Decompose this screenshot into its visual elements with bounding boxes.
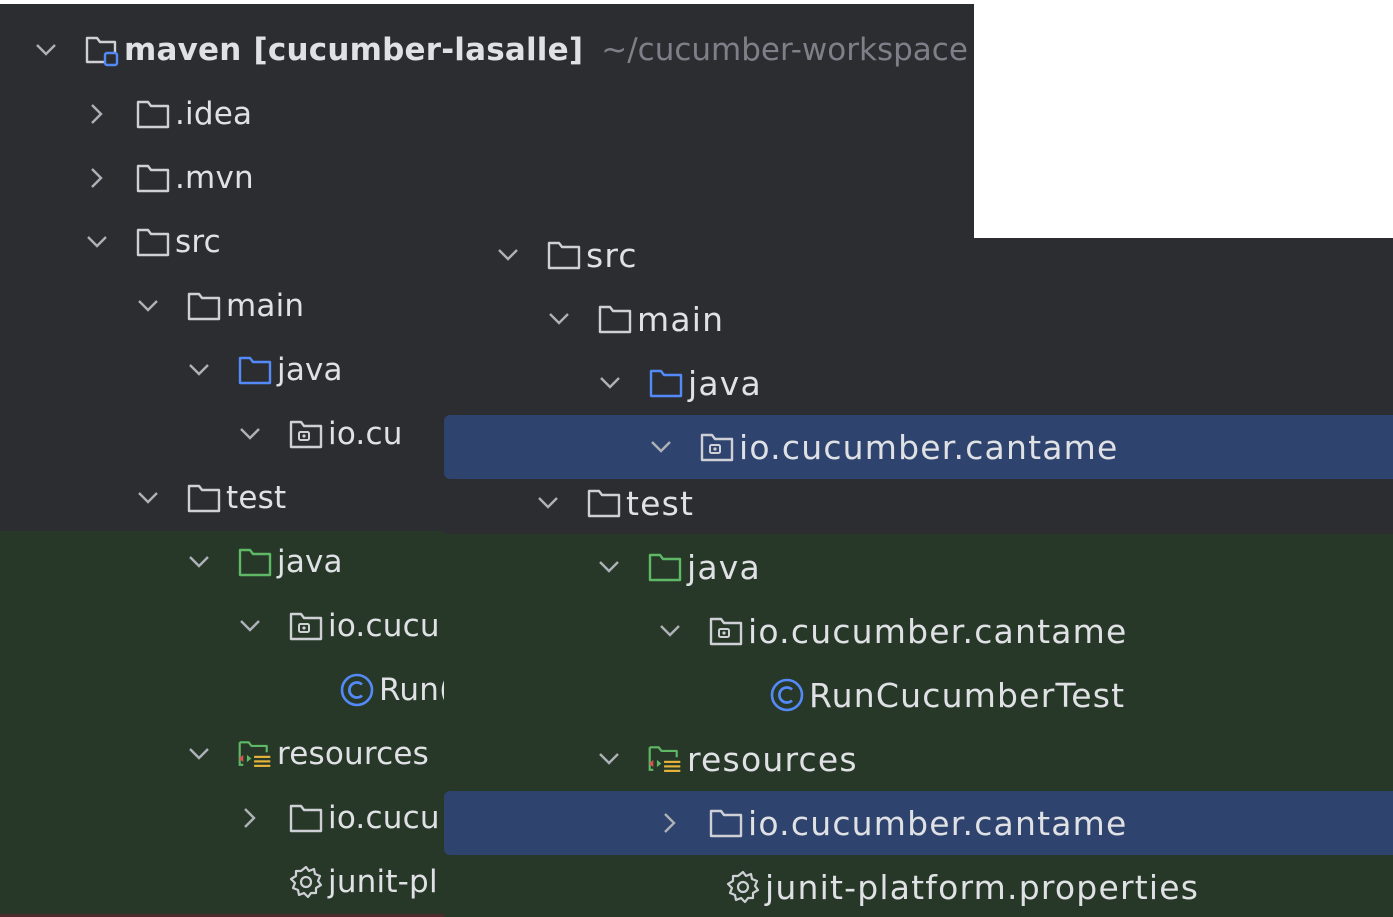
folder-icon	[135, 224, 171, 260]
package-icon	[288, 608, 324, 644]
chevron-down-icon[interactable]	[598, 371, 622, 395]
tree-item[interactable]: .idea	[0, 82, 974, 146]
tree-item-label: io.cucumber.cantame	[748, 611, 1128, 651]
chevron-down-icon[interactable]	[649, 435, 673, 459]
chevron-down-icon[interactable]	[496, 243, 520, 267]
package-icon	[699, 429, 735, 465]
tree-item-label: .idea	[175, 96, 253, 132]
tree-item-label: junit-platform.properties	[765, 867, 1200, 907]
chevron-down-icon[interactable]	[597, 555, 621, 579]
tree-item-label: java	[277, 544, 343, 580]
folder-icon	[586, 485, 622, 521]
tree-item[interactable]: .mvn	[0, 146, 974, 210]
source-folder-icon	[237, 352, 273, 388]
tree-item-label: java	[688, 363, 762, 403]
chevron-down-icon[interactable]	[658, 619, 682, 643]
test-folder-icon	[647, 549, 683, 585]
chevron-down-icon[interactable]	[238, 614, 262, 638]
chevron-down-icon[interactable]	[136, 486, 160, 510]
chevron-right-icon[interactable]	[85, 102, 109, 126]
chevron-down-icon[interactable]	[597, 747, 621, 771]
class-icon	[339, 672, 375, 708]
chevron-right-icon[interactable]	[658, 811, 682, 835]
tree-item[interactable]: src	[444, 238, 1393, 287]
chevron-down-icon[interactable]	[34, 38, 58, 62]
tree-item-label: RunCucumberTest	[809, 675, 1126, 715]
chevron-down-icon[interactable]	[85, 230, 109, 254]
tree-item-label: src	[586, 238, 638, 275]
tree-item-label: junit-pl	[328, 864, 438, 900]
test-resources-icon	[647, 741, 683, 777]
tree-item-label: io.cucu	[328, 608, 440, 644]
tree-item-label: test	[226, 480, 287, 516]
folder-icon	[546, 238, 582, 273]
folder-icon	[186, 288, 222, 324]
tree-item[interactable]: resources	[444, 727, 1393, 791]
tree-item[interactable]: main	[444, 287, 1393, 351]
package-icon	[288, 416, 324, 452]
tree-item-label: main	[637, 299, 725, 339]
tree-item-label: io.cu	[328, 416, 403, 452]
folder-icon	[135, 160, 171, 196]
module-folder-icon	[84, 32, 120, 68]
tree-item-label: Run(	[379, 672, 452, 708]
folder-icon	[135, 96, 171, 132]
test-resources-icon	[237, 736, 273, 772]
settings-file-icon	[725, 869, 761, 905]
package-icon	[708, 613, 744, 649]
chevron-down-icon[interactable]	[187, 358, 211, 382]
settings-file-icon	[288, 864, 324, 900]
tree-item[interactable]: junit-platform.properties	[444, 855, 1393, 917]
tree-item[interactable]: io.cucumber.cantame	[444, 791, 1393, 855]
chevron-down-icon[interactable]	[187, 550, 211, 574]
class-icon	[769, 677, 805, 713]
project-tree-zoomed-panel: src main java io.cucumber.cantame test java io…	[444, 238, 1393, 917]
module-name: [cucumber-lasalle]	[253, 32, 584, 68]
tree-item-label: java	[277, 352, 343, 388]
chevron-down-icon[interactable]	[136, 294, 160, 318]
root-label: maven	[124, 32, 242, 68]
chevron-right-icon[interactable]	[238, 806, 262, 830]
test-folder-icon	[237, 544, 273, 580]
source-folder-icon	[648, 365, 684, 401]
folder-icon	[186, 480, 222, 516]
tree-item[interactable]: java	[444, 351, 1393, 415]
chevron-down-icon[interactable]	[547, 307, 571, 331]
chevron-down-icon[interactable]	[238, 422, 262, 446]
tree-item-label: io.cucumber.cantame	[739, 427, 1119, 467]
tree-item[interactable]: io.cucumber.cantame	[444, 599, 1393, 663]
tree-item[interactable]: io.cucumber.cantame	[444, 415, 1393, 479]
folder-icon	[288, 800, 324, 836]
tree-item-label: main	[226, 288, 305, 324]
tree-item-label: src	[175, 224, 221, 260]
folder-icon	[708, 805, 744, 841]
tree-item-label: resources	[277, 736, 430, 772]
tree-item-label: test	[626, 483, 695, 523]
tree-root-maven[interactable]: maven [cucumber-lasalle] ~/cucumber-work…	[0, 18, 968, 82]
tree-item-label: io.cucumber.cantame	[748, 803, 1128, 843]
chevron-down-icon[interactable]	[536, 491, 560, 515]
chevron-down-icon[interactable]	[187, 742, 211, 766]
folder-icon	[597, 301, 633, 337]
tree-item-label: resources	[687, 739, 858, 779]
tree-item-label: java	[687, 547, 761, 587]
tree-item[interactable]: test	[444, 471, 1393, 535]
tree-item[interactable]: java	[444, 535, 1393, 599]
tree-item-label: .mvn	[175, 160, 254, 196]
chevron-right-icon[interactable]	[85, 166, 109, 190]
tree-item-label: io.cucu	[328, 800, 440, 836]
tree-item[interactable]: RunCucumberTest	[444, 663, 1393, 727]
project-path: ~/cucumber-workspace	[601, 32, 968, 68]
